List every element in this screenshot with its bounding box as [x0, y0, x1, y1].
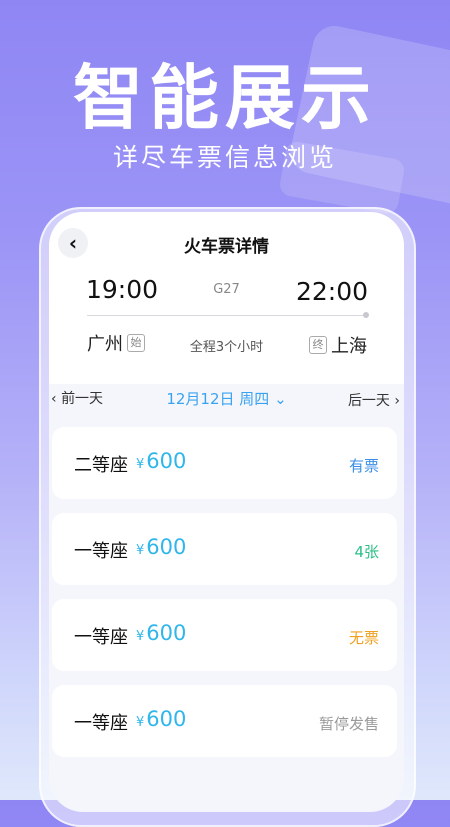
- page-title: 火车票详情: [184, 237, 269, 257]
- seat-availability: 4张: [354, 543, 379, 561]
- arrival-station: 终 上海: [309, 332, 367, 358]
- seat-class: 一等座: [74, 713, 128, 734]
- seat-class: 二等座: [74, 455, 128, 476]
- chevron-down-icon: ⌄: [274, 390, 287, 408]
- seat-option-row[interactable]: 二等座 ¥600 有票: [52, 427, 397, 499]
- phone-screen: ‹ 火车票详情 19:00 G27 22:00 广州 始 全程3个小时 终 上海…: [49, 212, 404, 812]
- chevron-right-icon: ›: [389, 393, 400, 409]
- route-end-dot: [363, 312, 369, 318]
- seat-option-row[interactable]: 一等座 ¥600 暂停发售: [52, 685, 397, 757]
- terminal-tag: 终: [309, 336, 327, 354]
- selected-date: 12月12日 周四: [166, 390, 270, 408]
- seat-price: ¥600: [136, 707, 187, 731]
- hero-subtitle: 详尽车票信息浏览: [112, 143, 337, 172]
- seat-class: 一等座: [74, 541, 128, 562]
- arrival-time: 22:00: [295, 277, 368, 306]
- seat-availability: 无票: [348, 629, 379, 647]
- seat-availability: 暂停发售: [318, 715, 379, 733]
- next-day-button[interactable]: 后一天 ›: [348, 390, 400, 410]
- arrival-station-name: 上海: [331, 336, 367, 357]
- seat-option-row[interactable]: 一等座 ¥600 4张: [52, 513, 397, 585]
- hero-title: 智能展示: [73, 57, 377, 139]
- seat-option-row[interactable]: 一等座 ¥600 无票: [52, 599, 397, 671]
- seat-availability: 有票: [348, 457, 379, 475]
- ticket-summary-card: ‹ 火车票详情 19:00 G27 22:00 广州 始 全程3个小时 终 上海: [49, 212, 404, 384]
- seat-price: ¥600: [136, 621, 187, 645]
- seat-price: ¥600: [136, 535, 187, 559]
- route-line: [87, 315, 367, 316]
- seat-price: ¥600: [136, 449, 187, 473]
- seat-class: 一等座: [74, 627, 128, 648]
